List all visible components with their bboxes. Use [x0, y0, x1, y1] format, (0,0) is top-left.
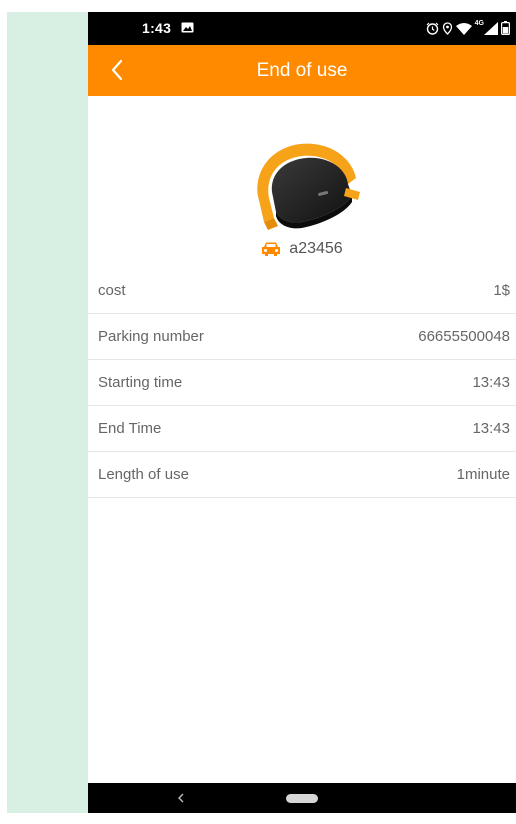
location-icon: [442, 21, 452, 35]
home-pill-icon[interactable]: [286, 794, 318, 803]
info-label: Parking number: [98, 328, 204, 345]
info-row-starting-time: Starting time 13:43: [88, 360, 516, 406]
info-label: Starting time: [98, 374, 183, 391]
info-value: 66655500048: [418, 328, 510, 345]
plate-row: a23456: [88, 238, 516, 260]
image-icon: [181, 22, 194, 33]
alarm-icon: [426, 22, 439, 35]
nav-back-icon[interactable]: [176, 790, 186, 806]
plate-number: a23456: [289, 240, 343, 257]
info-list: cost 1$ Parking number 66655500048 Start…: [88, 268, 516, 498]
screen: 1:43 4G End of use a23456 cost 1$ Parkin…: [0, 0, 516, 824]
info-row-cost: cost 1$: [88, 268, 516, 314]
page-title: End of use: [256, 60, 348, 81]
info-row-parking-number: Parking number 66655500048: [88, 314, 516, 360]
side-strip: [7, 12, 88, 813]
info-row-length-of-use: Length of use 1minute: [88, 452, 516, 498]
signal-icon: [484, 21, 498, 35]
phone-screen: 1:43 4G End of use a23456 cost 1$ Parkin…: [88, 12, 516, 813]
car-icon: [262, 242, 281, 256]
parking-lock-device-image: [257, 143, 364, 230]
app-bar: End of use: [88, 45, 516, 96]
status-bar: 1:43 4G: [88, 12, 516, 45]
info-row-end-time: End Time 13:43: [88, 406, 516, 452]
info-label: End Time: [98, 420, 162, 437]
network-label: 4G: [474, 19, 484, 27]
info-value: 1$: [493, 282, 510, 299]
status-icons: 4G: [426, 19, 510, 37]
info-value: 1minute: [456, 466, 510, 483]
info-value: 13:43: [472, 374, 510, 391]
navigation-bar: [88, 783, 516, 813]
wifi-icon: [455, 22, 472, 35]
info-label: Length of use: [98, 466, 189, 483]
status-time: 1:43: [142, 20, 172, 36]
info-label: cost: [98, 282, 126, 299]
battery-icon: [501, 21, 510, 35]
info-value: 13:43: [472, 420, 510, 437]
